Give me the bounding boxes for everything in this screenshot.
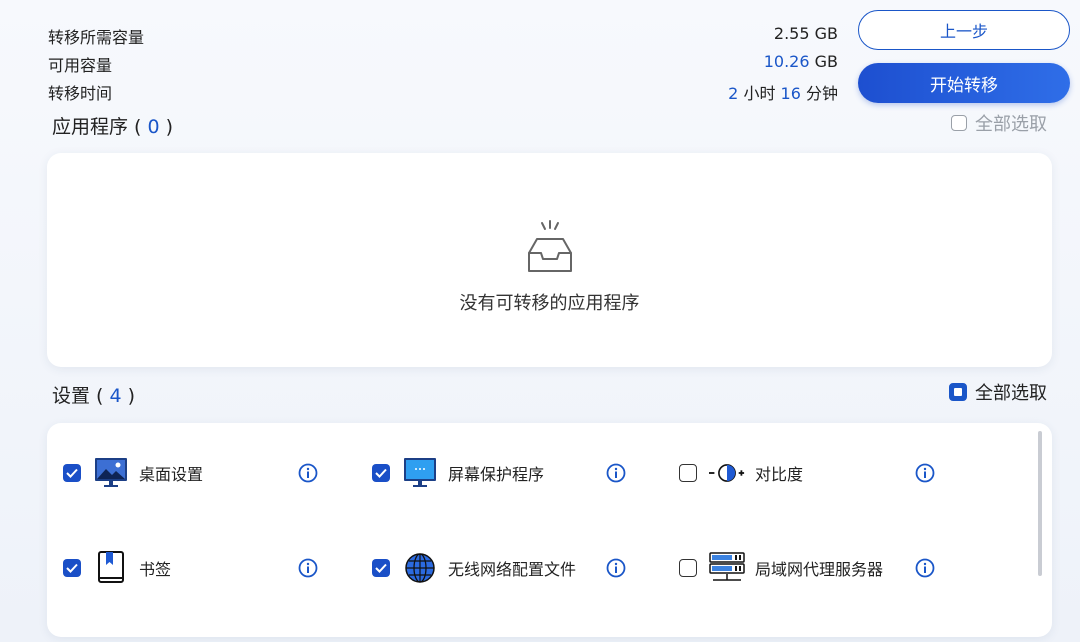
transfer-time-label: 转移时间 [48, 84, 113, 103]
previous-step-label: 上一步 [939, 22, 988, 41]
available-space-value: 10.26 GB [764, 52, 838, 71]
apps-empty-state: 没有可转移的应用程序 [47, 217, 1052, 315]
screensaver-info-icon[interactable] [606, 463, 626, 483]
setting-wireless-profiles[interactable]: 无线网络配置文件 [372, 548, 576, 588]
apps-title-suffix: ) [159, 116, 174, 138]
wireless-info-icon[interactable] [606, 558, 626, 578]
available-space-unit: GB [809, 52, 838, 71]
available-space-label: 可用容量 [48, 56, 113, 75]
apps-section-title: 应用程序 ( 0 ) [52, 112, 173, 139]
required-space-value: 2.55 GB [773, 24, 838, 43]
bookmarks-info-icon[interactable] [298, 558, 318, 578]
setting-screensaver[interactable]: 屏幕保护程序 [372, 453, 544, 493]
bookmarks-checkbox[interactable] [63, 559, 81, 577]
lan-proxy-checkbox[interactable] [679, 559, 697, 577]
settings-section-title: 设置 ( 4 ) [52, 381, 135, 408]
settings-select-all-label: 全部选取 [975, 383, 1047, 404]
desktop-checkbox[interactable] [63, 464, 81, 482]
setting-bookmarks[interactable]: 书签 [63, 548, 171, 588]
setting-desktop[interactable]: 桌面设置 [63, 453, 203, 493]
apps-card: 没有可转移的应用程序 [47, 153, 1052, 367]
transfer-minutes: 16 [780, 84, 801, 103]
settings-count: 4 [109, 385, 122, 407]
desktop-info-icon[interactable] [298, 463, 318, 483]
setting-lan-proxy[interactable]: 局域网代理服务器 [679, 548, 883, 588]
start-transfer-button[interactable]: 开始转移 [858, 63, 1070, 103]
available-space-number: 10.26 [763, 52, 810, 71]
transfer-hours: 2 [728, 84, 739, 103]
settings-scrollbar[interactable] [1038, 431, 1042, 576]
globe-icon [402, 550, 438, 586]
desktop-label: 桌面设置 [139, 465, 204, 484]
apps-empty-text: 没有可转移的应用程序 [459, 293, 640, 314]
apps-count: 0 [147, 116, 160, 138]
settings-select-all-checkbox[interactable] [949, 383, 967, 401]
settings-select-all[interactable]: 全部选取 [949, 379, 1047, 405]
settings-card: 桌面设置 屏幕保护程序 对比度 书签 无线网络配置文件 局域网代理服务器 [47, 423, 1052, 637]
contrast-info-icon[interactable] [915, 463, 935, 483]
screensaver-icon [402, 455, 438, 491]
apps-select-all[interactable]: 全部选取 [951, 110, 1047, 136]
apps-select-all-checkbox[interactable] [951, 115, 967, 131]
screensaver-label: 屏幕保护程序 [448, 465, 545, 484]
desktop-icon [93, 455, 129, 491]
bookmarks-label: 书签 [139, 560, 172, 579]
empty-tray-icon [527, 220, 572, 272]
wireless-label: 无线网络配置文件 [448, 560, 577, 579]
contrast-label: 对比度 [755, 465, 804, 484]
transfer-hours-unit: 小时 [738, 84, 781, 103]
settings-title-suffix: ) [121, 385, 136, 407]
bookmark-icon [93, 550, 129, 586]
setting-contrast[interactable]: 对比度 [679, 453, 803, 493]
settings-title-prefix: 设置 ( [52, 385, 110, 407]
apps-select-all-label: 全部选取 [975, 114, 1047, 135]
required-space-label: 转移所需容量 [48, 28, 145, 47]
previous-step-button[interactable]: 上一步 [858, 10, 1070, 50]
transfer-minutes-unit: 分钟 [800, 84, 838, 103]
transfer-time-value: 2 小时 16 分钟 [728, 80, 838, 104]
apps-title-prefix: 应用程序 ( [52, 116, 148, 138]
lan-proxy-info-icon[interactable] [915, 558, 935, 578]
server-icon [709, 550, 745, 586]
screensaver-checkbox[interactable] [372, 464, 390, 482]
wireless-checkbox[interactable] [372, 559, 390, 577]
lan-proxy-label: 局域网代理服务器 [755, 560, 884, 579]
contrast-checkbox[interactable] [679, 464, 697, 482]
start-transfer-label: 开始转移 [930, 75, 998, 96]
contrast-icon [709, 455, 745, 491]
